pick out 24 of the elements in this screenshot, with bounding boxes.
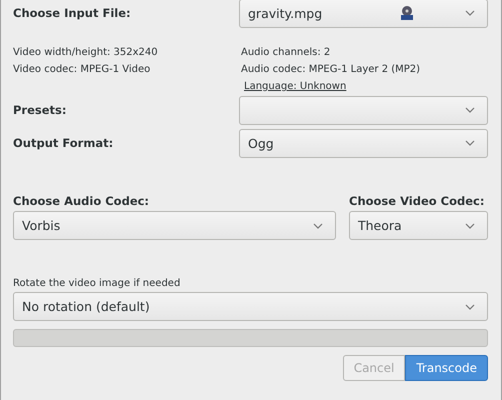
chevron-icon	[465, 222, 475, 228]
dropdown[interactable]: gravity.mpg	[239, 0, 488, 28]
field-label: Output Format:	[13, 136, 114, 150]
field-label: Choose Audio Codec:	[13, 194, 150, 208]
chevron-icon	[465, 304, 475, 310]
field-label: Choose Video Codec:	[349, 194, 486, 208]
dropdown[interactable]: No rotation (default)	[13, 292, 488, 321]
dropdown[interactable]	[239, 96, 488, 124]
film-reel-icon	[399, 5, 415, 21]
chevron-icon	[465, 140, 475, 146]
chevron-icon	[465, 107, 475, 113]
field-label: Choose Input File:	[13, 6, 131, 20]
field-label: Presets:	[13, 103, 66, 117]
info-text: Audio channels: 2	[241, 46, 332, 60]
dropdown[interactable]: Ogg	[239, 128, 488, 158]
chevron-icon	[465, 10, 475, 16]
field-label: Rotate the video image if needed	[13, 278, 182, 289]
info-text: Audio codec: MPEG-1 Layer 2 (MP2)	[241, 63, 422, 77]
dropdown[interactable]: Theora	[349, 211, 488, 240]
dropdown[interactable]: Vorbis	[13, 211, 336, 240]
chevron-icon	[313, 222, 323, 228]
link[interactable]: Language: Unknown	[244, 79, 346, 95]
info-text: Video width/height: 352x240	[13, 46, 159, 60]
info-text: Video codec: MPEG-1 Video	[13, 63, 152, 77]
